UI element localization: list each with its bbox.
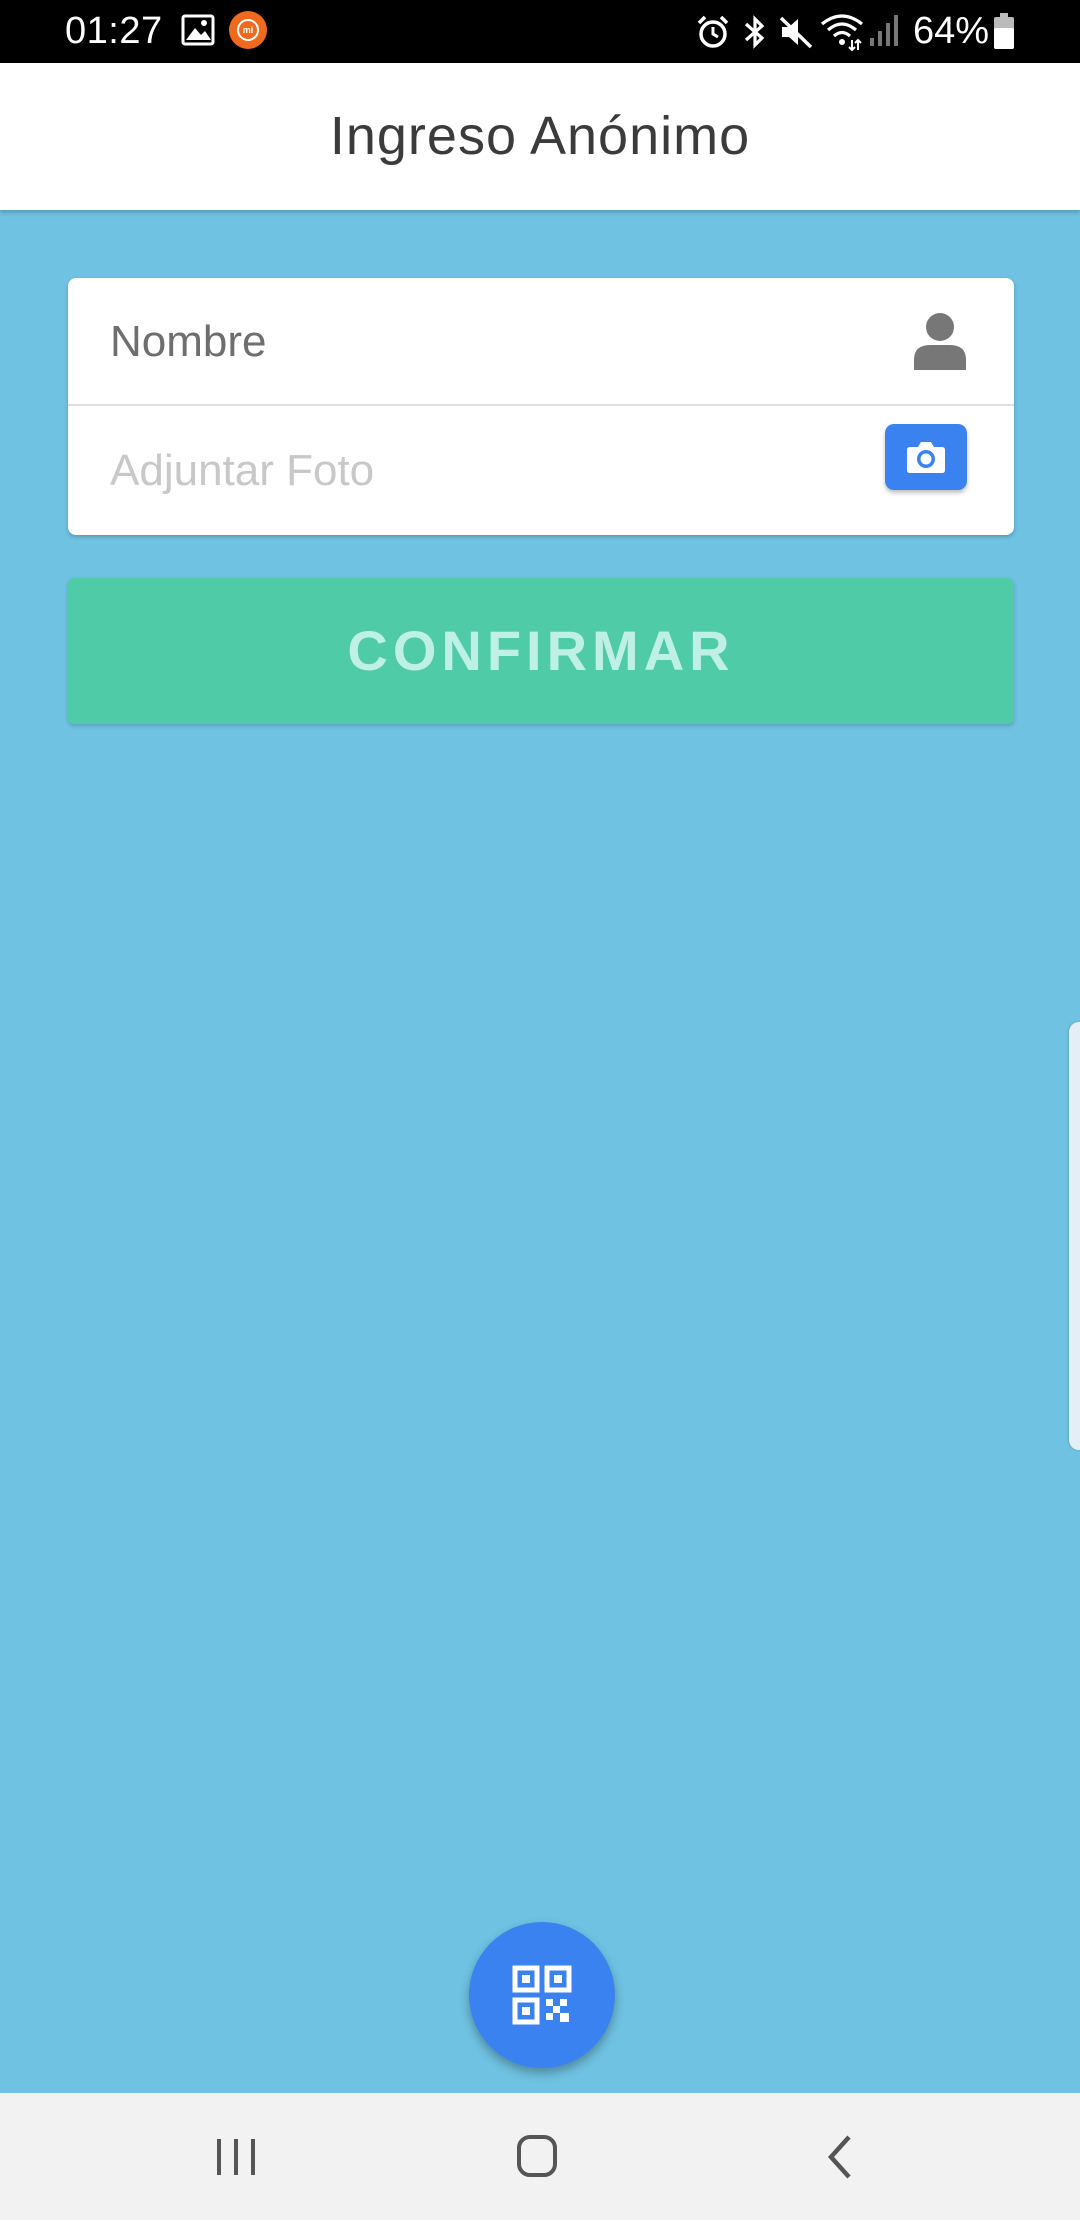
page-title: Ingreso Anónimo (329, 106, 751, 166)
bluetooth-icon (744, 15, 765, 49)
gallery-icon (181, 14, 215, 46)
back-button[interactable] (796, 2115, 886, 2199)
confirm-button[interactable]: CONFIRMAR (68, 578, 1014, 724)
battery-percentage: 64% (913, 10, 990, 52)
edge-panel-handle[interactable] (1069, 1022, 1080, 1450)
signal-icon (870, 15, 898, 46)
qr-code-icon (512, 1965, 572, 2025)
camera-icon (907, 442, 945, 473)
name-input[interactable] (110, 302, 910, 382)
camera-button[interactable] (885, 424, 967, 490)
photo-label: Adjuntar Foto (110, 446, 375, 495)
photo-field-row: Adjuntar Foto (68, 407, 1014, 535)
battery-icon (994, 13, 1014, 49)
alarm-icon (697, 15, 729, 48)
recents-button[interactable] (191, 2115, 281, 2199)
name-field-row (68, 278, 1014, 406)
user-icon (914, 313, 966, 370)
qr-scan-button[interactable] (469, 1922, 615, 2068)
status-time: 01:27 (65, 10, 163, 52)
app-header: Ingreso Anónimo (0, 63, 1080, 210)
status-bar: 01:27 64% (0, 0, 1080, 63)
wifi-icon (821, 14, 863, 52)
back-icon (827, 2135, 851, 2179)
recents-icon (217, 2139, 255, 2175)
home-button[interactable] (492, 2115, 582, 2199)
navigation-bar (0, 2093, 1080, 2220)
mute-icon (779, 16, 813, 49)
form-card: Adjuntar Foto (68, 278, 1014, 535)
home-icon (517, 2135, 557, 2177)
mi-app-icon (229, 11, 267, 49)
